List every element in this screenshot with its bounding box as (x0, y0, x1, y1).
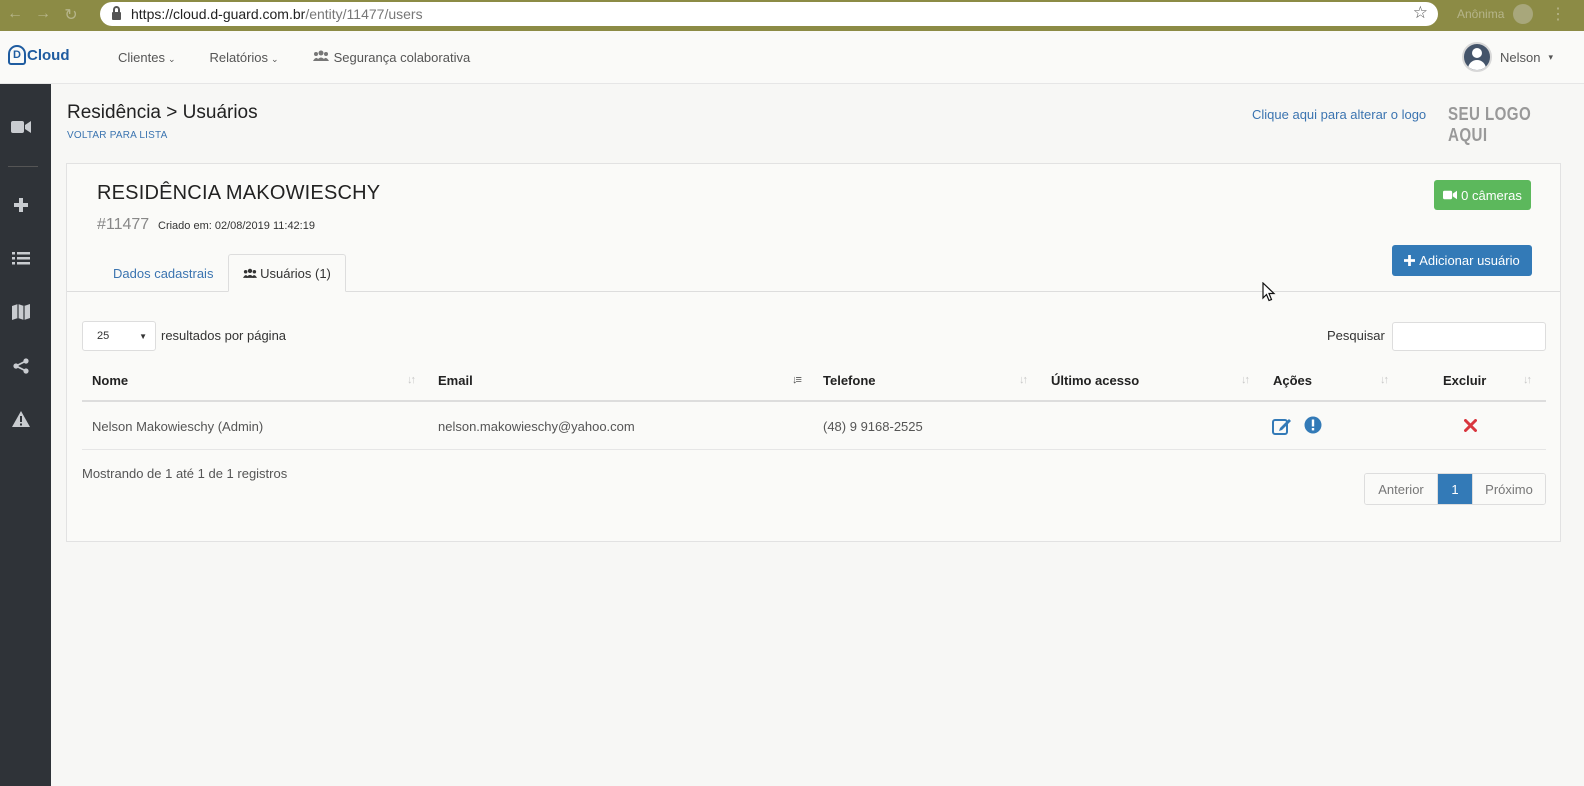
plus-icon (1404, 255, 1416, 266)
warning-icon[interactable] (11, 409, 31, 429)
table-row-divider (82, 449, 1546, 450)
column-header-last-access[interactable]: Último acesso (1051, 373, 1139, 388)
users-group-icon (243, 268, 258, 278)
url-path: /entity/11477/users (305, 6, 423, 22)
entity-card: RESIDÊNCIA MAKOWIESCHY #11477 Criado em:… (66, 163, 1561, 542)
tab-dados-cadastrais-label: Dados cadastrais (113, 265, 214, 281)
sort-icon[interactable]: ↓↑ (407, 374, 416, 386)
nav-clientes-label: Clientes (118, 50, 165, 65)
nav-clientes[interactable]: Clientes ⌄ (118, 50, 176, 65)
nav-relatorios[interactable]: Relatórios ⌄ (210, 50, 279, 65)
nav-seguranca-label: Segurança colaborativa (333, 50, 471, 65)
nav-seguranca[interactable]: Segurança colaborativa (312, 50, 471, 65)
incognito-label: Anônima (1457, 7, 1505, 21)
video-camera-icon[interactable] (11, 117, 31, 137)
chevron-down-icon: ▾ (1548, 51, 1553, 62)
entity-created-date: Criado em: 02/08/2019 11:42:19 (158, 220, 315, 232)
pagination: Anterior 1 Próximo (1364, 473, 1546, 505)
column-header-actions[interactable]: Ações (1273, 373, 1312, 388)
page-length-select[interactable]: 25 ▼ (82, 321, 156, 351)
back-arrow-icon[interactable]: ← (6, 5, 24, 25)
sort-icon[interactable]: ↓↑ (1380, 374, 1389, 386)
column-header-delete[interactable]: Excluir (1443, 373, 1486, 388)
video-camera-icon (1443, 190, 1458, 200)
add-user-button-label: Adicionar usuário (1419, 253, 1520, 268)
incognito-icon[interactable] (1513, 4, 1533, 24)
forward-arrow-icon[interactable]: → (34, 5, 52, 25)
sidebar (0, 84, 51, 786)
pagination-previous[interactable]: Anterior (1365, 474, 1438, 504)
page-length-label: resultados por página (161, 328, 287, 343)
bookmark-star-icon[interactable]: ☆ (1413, 3, 1428, 23)
caret-down-icon: ▼ (139, 331, 147, 341)
your-logo-placeholder: SEU LOGO AQUI (1448, 104, 1532, 145)
add-user-button[interactable]: Adicionar usuário (1392, 245, 1532, 276)
browser-chrome: ← → ↻ https://cloud.d-guard.com.br/entit… (0, 0, 1584, 31)
user-name: Nelson (1500, 49, 1541, 65)
sort-icon[interactable]: ↓↑ (1019, 374, 1028, 386)
list-icon[interactable] (11, 248, 31, 268)
sidebar-divider (8, 166, 38, 167)
mouse-cursor-icon (1262, 282, 1276, 302)
table-info: Mostrando de 1 até 1 de 1 registros (82, 466, 288, 481)
dcloud-logo[interactable]: D Cloud (8, 45, 70, 65)
reload-icon[interactable]: ↻ (62, 5, 80, 25)
page-title: Residência > Usuários (67, 102, 258, 123)
app-navbar: D Cloud Clientes ⌄ Relatórios ⌄ Segurança … (0, 31, 1584, 84)
user-menu[interactable]: Nelson ▾ (1462, 42, 1553, 72)
pagination-next[interactable]: Próximo (1472, 474, 1545, 504)
pagination-page-current[interactable]: 1 (1438, 474, 1472, 504)
plus-icon[interactable] (11, 195, 31, 215)
tab-usuarios[interactable]: Usuários (1) (228, 254, 346, 292)
entity-name: RESIDÊNCIA MAKOWIESCHY (97, 182, 381, 204)
chevron-down-icon: ⌄ (167, 54, 176, 64)
sort-icon[interactable]: ↓↑ (1523, 374, 1532, 386)
cell-email: nelson.makowieschy@yahoo.com (438, 419, 635, 434)
tab-usuarios-label: Usuários (1) (260, 265, 331, 281)
entity-id: #11477 (97, 216, 150, 233)
sort-icon[interactable]: ↓↑ (1241, 374, 1250, 386)
column-header-name[interactable]: Nome (92, 373, 128, 388)
lock-icon (112, 6, 121, 20)
search-label: Pesquisar (1327, 328, 1385, 343)
address-bar[interactable]: https://cloud.d-guard.com.br/entity/1147… (100, 2, 1438, 26)
info-alert-icon[interactable] (1304, 416, 1322, 437)
edit-icon[interactable] (1272, 416, 1293, 438)
cell-phone: (48) 9 9168-2525 (823, 419, 923, 434)
url-host: https://cloud.d-guard.com.br (131, 6, 306, 22)
search-input[interactable] (1392, 322, 1546, 351)
column-header-phone[interactable]: Telefone (823, 373, 876, 388)
change-logo-link[interactable]: Clique aqui para alterar o logo (1252, 107, 1426, 122)
map-icon[interactable] (11, 302, 31, 322)
cameras-button[interactable]: 0 câmeras (1434, 180, 1531, 210)
share-icon[interactable] (11, 356, 31, 376)
page-length-value: 25 (97, 330, 110, 342)
table-header-divider (82, 400, 1546, 402)
column-header-email[interactable]: Email (438, 373, 473, 388)
tab-dados-cadastrais[interactable]: Dados cadastrais (97, 254, 229, 292)
back-to-list-link[interactable]: VOLTAR PARA LISTA (67, 130, 167, 141)
delete-x-icon[interactable] (1464, 419, 1477, 435)
logo-mark: D (8, 45, 26, 65)
sort-ascending-icon[interactable]: ↓≡ (792, 374, 802, 386)
avatar (1462, 42, 1492, 72)
cameras-button-label: 0 câmeras (1461, 187, 1522, 203)
logo-text: Cloud (27, 46, 70, 64)
nav-relatorios-label: Relatórios (209, 50, 269, 65)
cell-name: Nelson Makowieschy (Admin) (92, 419, 264, 434)
browser-menu-icon[interactable]: ⋮ (1550, 4, 1566, 24)
chevron-down-icon: ⌄ (271, 54, 279, 64)
users-group-icon (312, 50, 329, 61)
